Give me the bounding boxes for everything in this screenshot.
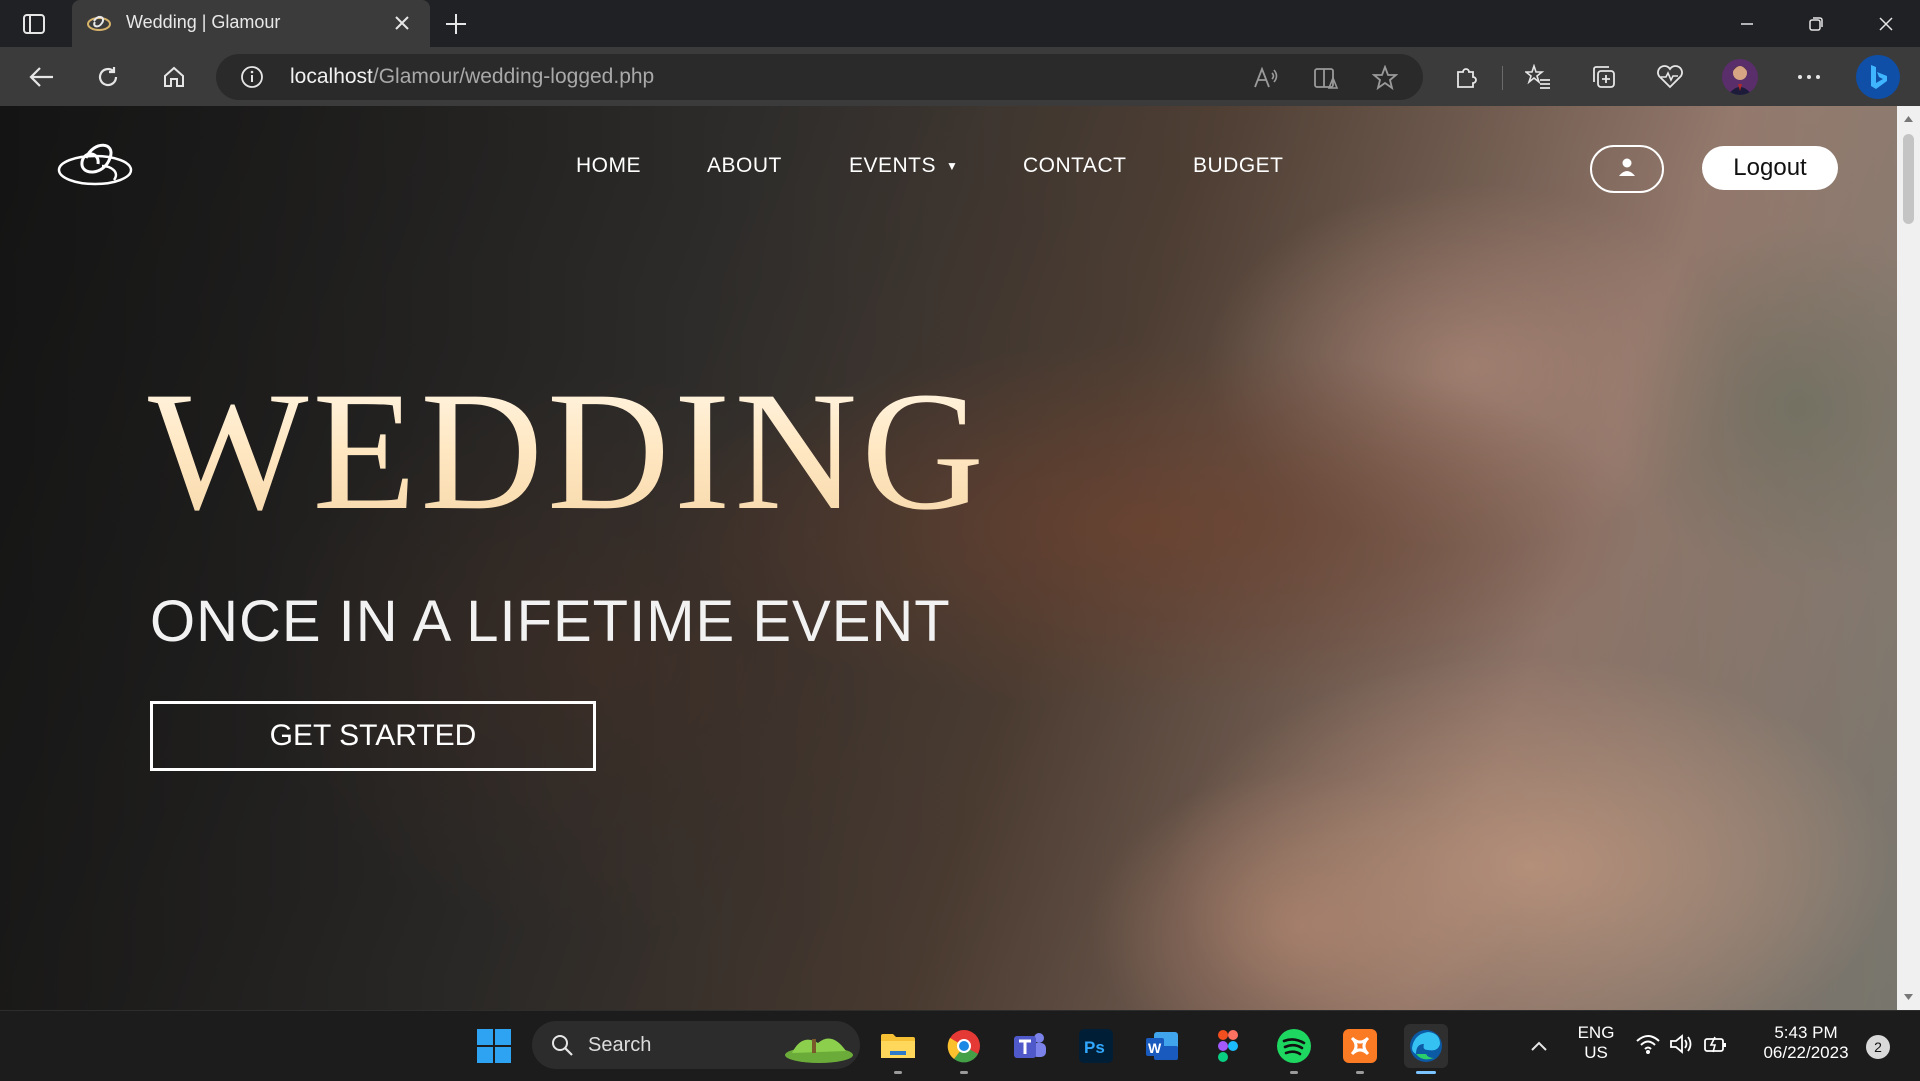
close-tab-icon[interactable]: [390, 11, 414, 35]
read-aloud-icon[interactable]: [1253, 65, 1279, 91]
teams-icon[interactable]: [1008, 1024, 1052, 1068]
running-indicator: [960, 1071, 968, 1074]
hero-overlay: [0, 106, 1897, 1010]
running-indicator: [1416, 1071, 1436, 1074]
glamour-logo-icon: [86, 12, 112, 34]
battery-icon: [1703, 1033, 1729, 1059]
browser-toolbar: localhost/Glamour/wedding-logged.php: [0, 47, 1920, 106]
running-indicator: [1290, 1071, 1298, 1074]
tab-title: Wedding | Glamour: [126, 12, 281, 32]
nav-events-dropdown[interactable]: EVENTS ▼: [849, 154, 958, 178]
favorites-list-icon[interactable]: [1522, 61, 1554, 93]
nav-events-label: EVENTS: [849, 154, 937, 177]
user-icon: [1617, 157, 1637, 181]
user-profile-button[interactable]: [1590, 145, 1664, 193]
figma-icon[interactable]: [1206, 1024, 1250, 1068]
url-path: /Glamour/wedding-logged.php: [372, 65, 655, 88]
windows-start-icon[interactable]: [472, 1024, 516, 1068]
close-window-icon[interactable]: [1864, 10, 1908, 38]
nav-about-link[interactable]: ABOUT: [707, 154, 782, 178]
glamour-logo-icon[interactable]: [56, 136, 134, 188]
chevron-up-icon[interactable]: [1517, 1024, 1561, 1068]
search-highlight-icon: [782, 1027, 856, 1069]
logout-button[interactable]: Logout: [1702, 146, 1838, 190]
taskbar-clock[interactable]: 5:43 PM 06/22/2023: [1752, 1023, 1860, 1063]
region-code: US: [1584, 1043, 1608, 1062]
hero-title: WEDDING: [148, 357, 988, 545]
input-language-indicator[interactable]: ENG US: [1568, 1023, 1624, 1063]
edge-icon[interactable]: [1404, 1024, 1448, 1074]
running-indicator: [1356, 1071, 1364, 1074]
nav-home-link[interactable]: HOME: [576, 154, 641, 178]
toolbar-divider: [1502, 66, 1503, 90]
photoshop-icon[interactable]: Ps: [1074, 1024, 1118, 1068]
address-bar[interactable]: localhost/Glamour/wedding-logged.php: [216, 54, 1423, 100]
search-label: Search: [588, 1034, 652, 1056]
scrollbar-thumb[interactable]: [1903, 134, 1914, 224]
svg-text:Ps: Ps: [1084, 1038, 1105, 1057]
bing-icon[interactable]: [1856, 55, 1900, 99]
immersive-reader-icon[interactable]: [1313, 65, 1339, 91]
hero-subtitle: ONCE IN A LIFETIME EVENT: [150, 589, 951, 654]
volume-icon: [1669, 1033, 1695, 1059]
puzzle-icon[interactable]: [1450, 61, 1482, 93]
url-host: localhost: [290, 65, 373, 88]
refresh-icon[interactable]: [92, 61, 124, 93]
nav-budget-link[interactable]: BUDGET: [1193, 154, 1284, 178]
nav-contact-link[interactable]: CONTACT: [1023, 154, 1126, 178]
star-icon[interactable]: [1372, 65, 1398, 91]
home-icon[interactable]: [158, 61, 190, 93]
taskbar-search-box[interactable]: Search: [532, 1021, 860, 1069]
browser-tab-active[interactable]: Wedding | Glamour: [72, 0, 430, 47]
system-tray-status[interactable]: [1630, 1024, 1734, 1068]
page-viewport: HOME ABOUT EVENTS ▼ CONTACT BUDGET Logout…: [0, 106, 1897, 1010]
spotify-icon[interactable]: [1272, 1024, 1316, 1074]
avatar[interactable]: [1722, 59, 1758, 95]
search-icon: [550, 1033, 574, 1061]
wifi-icon: [1635, 1033, 1661, 1059]
address-url[interactable]: localhost/Glamour/wedding-logged.php: [290, 65, 654, 89]
minimize-icon[interactable]: [1725, 10, 1769, 38]
get-started-button[interactable]: GET STARTED: [150, 701, 596, 771]
scroll-down-icon[interactable]: [1903, 992, 1914, 1002]
restore-icon[interactable]: [1794, 10, 1838, 38]
scroll-up-icon[interactable]: [1903, 114, 1914, 124]
collections-icon[interactable]: [1588, 61, 1620, 93]
heart-pulse-icon[interactable]: [1654, 61, 1686, 93]
new-tab-button[interactable]: [442, 10, 470, 38]
page-scrollbar[interactable]: [1897, 106, 1920, 1010]
language-code: ENG: [1577, 1023, 1615, 1042]
file-explorer-icon[interactable]: [876, 1024, 920, 1074]
info-icon[interactable]: [240, 65, 264, 89]
ellipsis-icon[interactable]: [1793, 61, 1825, 93]
browser-tabbar: Wedding | Glamour: [0, 0, 1920, 47]
xampp-icon[interactable]: [1338, 1024, 1382, 1074]
svg-text:W: W: [1148, 1040, 1162, 1056]
word-icon[interactable]: W: [1140, 1024, 1184, 1068]
running-indicator: [894, 1071, 902, 1074]
notification-badge[interactable]: 2: [1866, 1035, 1890, 1059]
chrome-icon[interactable]: [942, 1024, 986, 1074]
back-arrow-icon[interactable]: [26, 61, 58, 93]
clock-date: 06/22/2023: [1763, 1043, 1849, 1062]
windows-taskbar: Search Ps W ENG US 5:43 PM 06/22/2023 2: [0, 1010, 1920, 1081]
tab-actions-icon[interactable]: [20, 11, 48, 37]
caret-down-icon: ▼: [946, 159, 959, 173]
clock-time: 5:43 PM: [1774, 1023, 1838, 1042]
